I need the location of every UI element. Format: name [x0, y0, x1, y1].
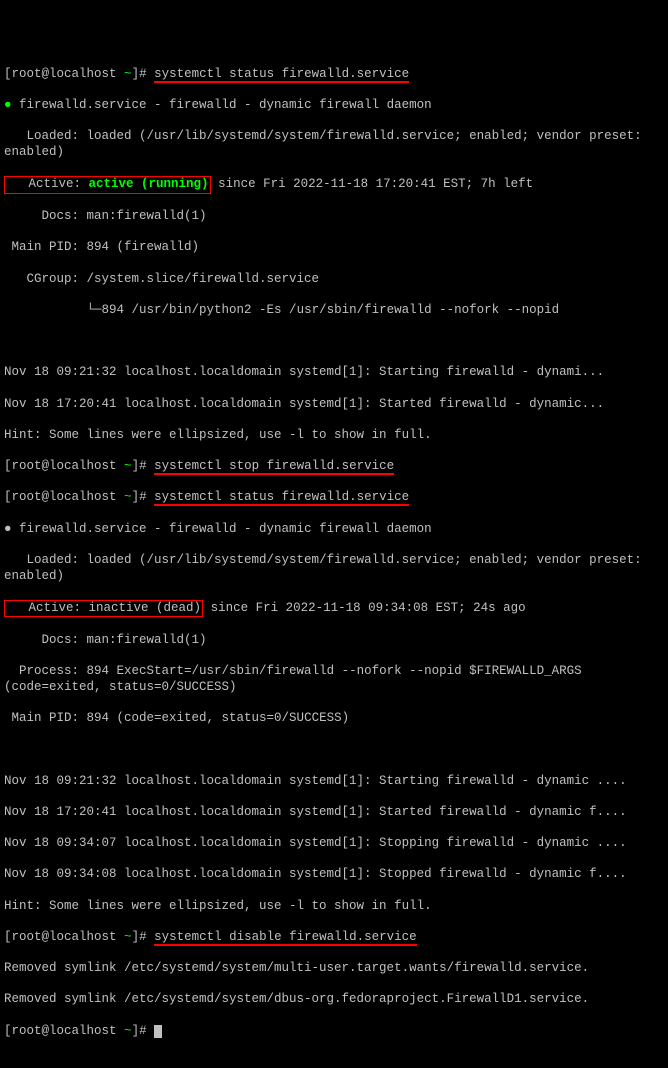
tilde: ~ [124, 67, 132, 81]
log-line: Nov 18 17:20:41 localhost.localdomain sy… [4, 397, 664, 413]
log-line: Nov 18 09:34:08 localhost.localdomain sy… [4, 867, 664, 883]
log-line: Nov 18 09:34:07 localhost.localdomain sy… [4, 836, 664, 852]
status-title-1: ● firewalld.service - firewalld - dynami… [4, 98, 664, 114]
log-line: Nov 18 09:21:32 localhost.localdomain sy… [4, 774, 664, 790]
command-1[interactable]: systemctl status firewalld.service [154, 67, 409, 83]
active-value: active (running) [89, 177, 209, 191]
blank-line [4, 742, 664, 758]
close-bracket: ]# [132, 67, 155, 81]
command-2[interactable]: systemctl stop firewalld.service [154, 459, 394, 475]
active-label: Active: [6, 601, 89, 615]
active-rest: since Fri 2022-11-18 09:34:08 EST; 24s a… [203, 601, 526, 615]
active-value-dead: inactive (dead) [89, 601, 202, 615]
loaded-line-2: Loaded: loaded (/usr/lib/systemd/system/… [4, 553, 664, 584]
tree-prefix: └─ [4, 303, 102, 317]
active-line-2: Active: inactive (dead) since Fri 2022-1… [4, 600, 664, 618]
active-rest: since Fri 2022-11-18 17:20:41 EST; 7h le… [211, 177, 534, 191]
prompt-line-4: [root@localhost ~]# systemctl disable fi… [4, 930, 664, 946]
removed-line: Removed symlink /etc/systemd/system/mult… [4, 961, 664, 977]
command-3[interactable]: systemctl status firewalld.service [154, 490, 409, 506]
hint-line: Hint: Some lines were ellipsized, use -l… [4, 428, 664, 444]
prompt-line-2: [root@localhost ~]# systemctl stop firew… [4, 459, 664, 475]
service-title: firewalld.service - firewalld - dynamic … [12, 98, 432, 112]
process-line: Process: 894 ExecStart=/usr/sbin/firewal… [4, 664, 664, 695]
prompt-line-5[interactable]: [root@localhost ~]# [4, 1024, 664, 1040]
user-host: root@localhost [12, 67, 125, 81]
docs-line-1: Docs: man:firewalld(1) [4, 209, 664, 225]
active-dot-icon: ● [4, 98, 12, 112]
log-line: Nov 18 17:20:41 localhost.localdomain sy… [4, 805, 664, 821]
status-title-2: ● firewalld.service - firewalld - dynami… [4, 522, 664, 538]
cgroup-cmd: 894 /usr/bin/python2 -Es /usr/sbin/firew… [102, 303, 560, 317]
bracket: [ [4, 67, 12, 81]
prompt-line-3: [root@localhost ~]# systemctl status fir… [4, 490, 664, 506]
log-line: Nov 18 09:21:32 localhost.localdomain sy… [4, 365, 664, 381]
cgroup-line-1: CGroup: /system.slice/firewalld.service [4, 272, 664, 288]
loaded-line-1: Loaded: loaded (/usr/lib/systemd/system/… [4, 129, 664, 160]
pid-line-2: Main PID: 894 (code=exited, status=0/SUC… [4, 711, 664, 727]
hint-line: Hint: Some lines were ellipsized, use -l… [4, 899, 664, 915]
pid-line-1: Main PID: 894 (firewalld) [4, 240, 664, 256]
prompt-line-1: [root@localhost ~]# systemctl status fir… [4, 67, 664, 83]
blank-line [4, 334, 664, 350]
removed-line: Removed symlink /etc/systemd/system/dbus… [4, 992, 664, 1008]
command-4[interactable]: systemctl disable firewalld.service [154, 930, 417, 946]
active-line-1: Active: active (running) since Fri 2022-… [4, 176, 664, 194]
docs-line-2: Docs: man:firewalld(1) [4, 633, 664, 649]
cgroup-line-2: └─894 /usr/bin/python2 -Es /usr/sbin/fir… [4, 303, 664, 319]
active-label: Active: [6, 177, 89, 191]
cursor-icon [154, 1025, 162, 1038]
